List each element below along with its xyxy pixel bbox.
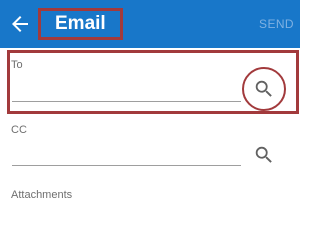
back-button[interactable]	[8, 12, 32, 36]
cc-label: CC	[11, 124, 27, 136]
search-icon	[255, 80, 272, 97]
to-search-button[interactable]	[253, 78, 275, 100]
app-bar: Email SEND	[0, 0, 300, 48]
cc-field[interactable]	[12, 142, 238, 162]
to-underline	[12, 101, 241, 102]
page-title: Email	[55, 13, 106, 34]
cc-underline	[12, 165, 241, 166]
attachments-label: Attachments	[11, 189, 73, 201]
to-field[interactable]	[12, 78, 238, 98]
send-button[interactable]: SEND	[259, 17, 294, 31]
search-icon	[255, 146, 272, 163]
arrow-left-icon	[12, 16, 28, 32]
cc-search-button[interactable]	[253, 144, 275, 166]
to-label: To	[11, 59, 23, 71]
